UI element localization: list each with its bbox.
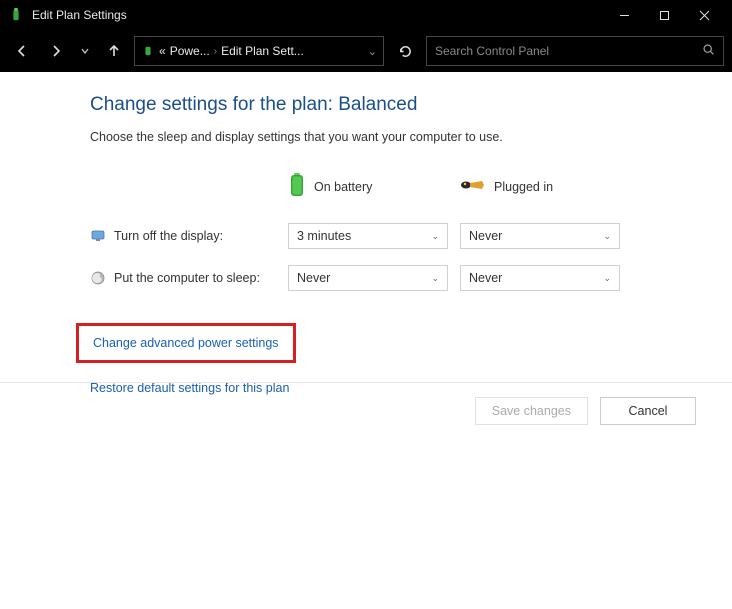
- breadcrumb[interactable]: « Powe... › Edit Plan Sett... ⌄: [134, 36, 384, 66]
- advanced-link-row: Change advanced power settings: [90, 323, 716, 363]
- display-plugged-dropdown[interactable]: Never ⌄: [460, 223, 620, 249]
- sleep-battery-value: Never: [297, 271, 431, 285]
- search-input[interactable]: Search Control Panel: [426, 36, 724, 66]
- plug-icon: [460, 178, 486, 195]
- page-subtitle: Choose the sleep and display settings th…: [90, 130, 716, 144]
- minimize-button[interactable]: [604, 0, 644, 30]
- display-battery-value: 3 minutes: [297, 229, 431, 243]
- titlebar: Edit Plan Settings: [0, 0, 732, 30]
- breadcrumb-item-1[interactable]: Powe...: [170, 44, 210, 58]
- plugged-column-label: Plugged in: [494, 180, 553, 194]
- footer-buttons: Save changes Cancel: [0, 382, 732, 425]
- display-row: Turn off the display: 3 minutes ⌄ Never …: [90, 223, 716, 249]
- column-headers: On battery Plugged in: [90, 172, 716, 201]
- window-title: Edit Plan Settings: [32, 8, 604, 22]
- battery-column-label: On battery: [314, 180, 372, 194]
- save-button[interactable]: Save changes: [475, 397, 588, 425]
- sleep-row: Put the computer to sleep: Never ⌄ Never…: [90, 265, 716, 291]
- display-battery-dropdown[interactable]: 3 minutes ⌄: [288, 223, 448, 249]
- cancel-button[interactable]: Cancel: [600, 397, 696, 425]
- search-placeholder: Search Control Panel: [435, 44, 702, 58]
- display-label: Turn off the display:: [90, 228, 288, 244]
- search-icon[interactable]: [702, 43, 715, 59]
- maximize-button[interactable]: [644, 0, 684, 30]
- recent-dropdown-icon[interactable]: [76, 37, 94, 65]
- battery-column-header: On battery: [288, 172, 460, 201]
- navbar: « Powe... › Edit Plan Sett... ⌄ Search C…: [0, 30, 732, 72]
- app-icon: [8, 7, 24, 23]
- highlight-box: Change advanced power settings: [76, 323, 296, 363]
- up-button[interactable]: [100, 37, 128, 65]
- breadcrumb-icon: [141, 44, 155, 58]
- chevron-down-icon[interactable]: ⌄: [368, 45, 377, 58]
- sleep-icon: [90, 270, 106, 286]
- sleep-label: Put the computer to sleep:: [90, 270, 288, 286]
- close-button[interactable]: [684, 0, 724, 30]
- sleep-plugged-dropdown[interactable]: Never ⌄: [460, 265, 620, 291]
- plugged-column-header: Plugged in: [460, 178, 610, 195]
- sleep-label-text: Put the computer to sleep:: [114, 271, 260, 285]
- chevron-down-icon: ⌄: [431, 231, 439, 242]
- chevron-down-icon: ⌄: [603, 273, 611, 284]
- display-icon: [90, 228, 106, 244]
- advanced-settings-link[interactable]: Change advanced power settings: [93, 336, 279, 350]
- battery-icon: [288, 172, 306, 201]
- sleep-plugged-value: Never: [469, 271, 603, 285]
- display-plugged-value: Never: [469, 229, 603, 243]
- back-button[interactable]: [8, 37, 36, 65]
- breadcrumb-item-2[interactable]: Edit Plan Sett...: [221, 44, 304, 58]
- chevron-down-icon: ⌄: [431, 273, 439, 284]
- breadcrumb-prefix: «: [159, 44, 166, 58]
- sleep-battery-dropdown[interactable]: Never ⌄: [288, 265, 448, 291]
- content-area: Change settings for the plan: Balanced C…: [0, 72, 732, 413]
- forward-button[interactable]: [42, 37, 70, 65]
- display-label-text: Turn off the display:: [114, 229, 223, 243]
- page-title: Change settings for the plan: Balanced: [90, 94, 716, 116]
- refresh-button[interactable]: [390, 36, 420, 66]
- chevron-down-icon: ⌄: [603, 231, 611, 242]
- breadcrumb-separator-icon: ›: [214, 46, 217, 57]
